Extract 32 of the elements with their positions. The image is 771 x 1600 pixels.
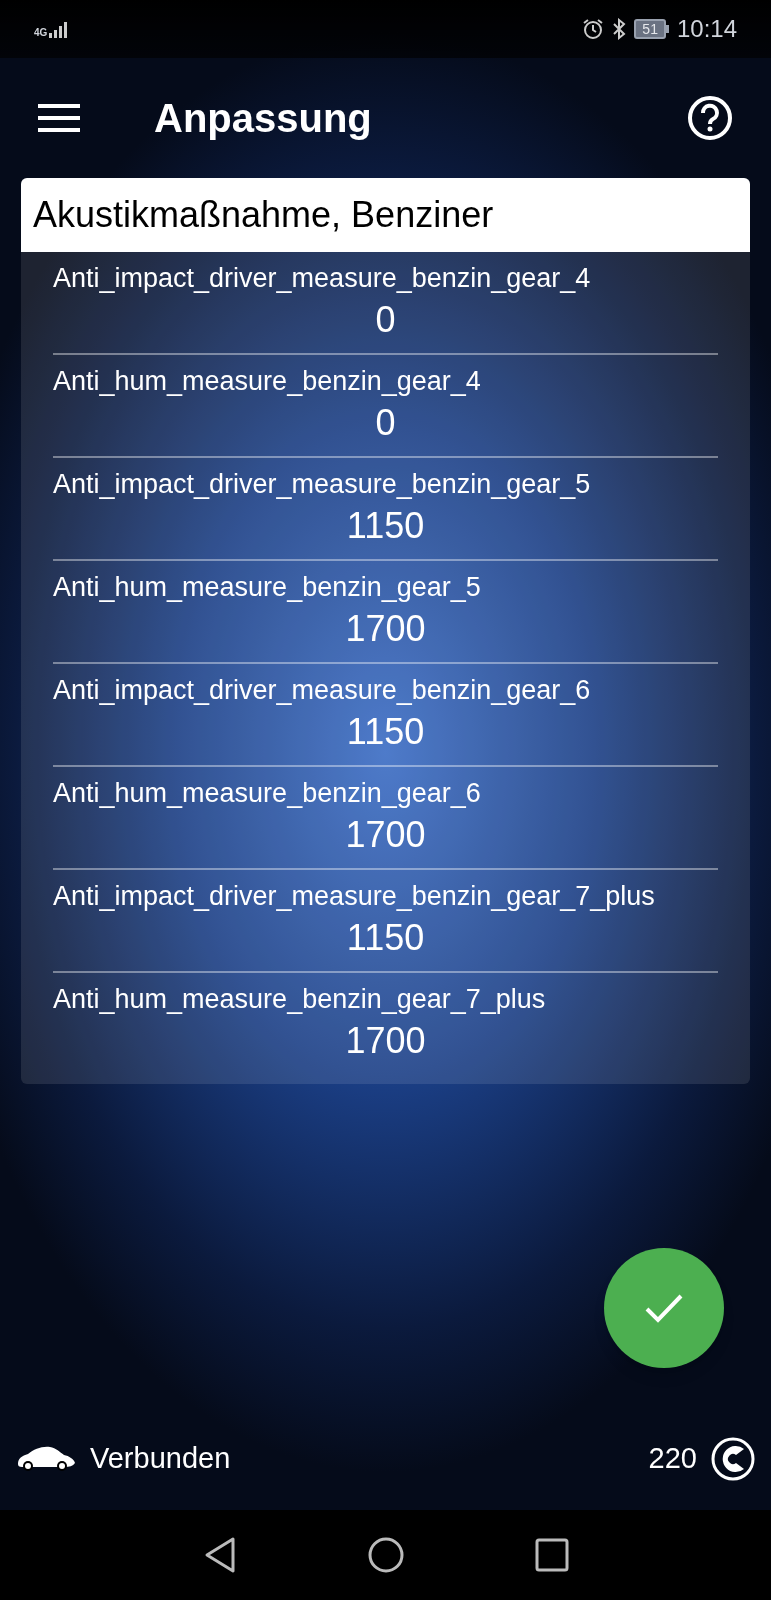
parameter-name: Anti_hum_measure_benzin_gear_5 [53, 571, 481, 604]
parameter-name: Anti_hum_measure_benzin_gear_4 [53, 365, 481, 398]
logo-icon [711, 1437, 755, 1481]
parameter-value[interactable]: 1150 [346, 502, 425, 550]
parameter-name: Anti_impact_driver_measure_benzin_gear_4 [53, 262, 591, 295]
car-icon [16, 1444, 76, 1474]
parameter-name: Anti_impact_driver_measure_benzin_gear_7_plus [53, 880, 655, 913]
check-icon [644, 1292, 684, 1324]
parameter-name: Anti_hum_measure_benzin_gear_6 [53, 777, 481, 810]
home-icon[interactable] [366, 1536, 405, 1574]
parameter-value[interactable]: 0 [375, 399, 396, 447]
help-icon[interactable] [687, 95, 733, 141]
parameter-value[interactable]: 0 [375, 296, 396, 344]
parameter-value[interactable]: 1700 [345, 605, 426, 653]
parameter-value[interactable]: 1150 [346, 914, 425, 962]
clock: 10:14 [676, 14, 737, 44]
parameter-value[interactable]: 1700 [345, 1017, 426, 1065]
card-title: Akustikmaßnahme, Benziner [21, 178, 750, 252]
parameter-name: Anti_hum_measure_benzin_gear_7_plus [53, 983, 546, 1016]
connection-status: Verbunden [90, 1441, 232, 1477]
parameter-value[interactable]: 1700 [345, 811, 426, 859]
network-type: 4G [34, 28, 48, 38]
parameter-name: Anti_impact_driver_measure_benzin_gear_6 [53, 674, 591, 707]
parameter-name: Anti_impact_driver_measure_benzin_gear_5 [53, 468, 591, 501]
parameter-value[interactable]: 1150 [346, 708, 425, 756]
menu-icon[interactable] [38, 103, 80, 133]
alarm-icon [582, 18, 605, 40]
count-label: 220 [648, 1441, 697, 1477]
bluetooth-icon [612, 18, 627, 40]
screen-title: Anpassung [154, 95, 373, 142]
battery-icon: 51 [634, 19, 669, 39]
recents-icon[interactable] [534, 1538, 569, 1572]
